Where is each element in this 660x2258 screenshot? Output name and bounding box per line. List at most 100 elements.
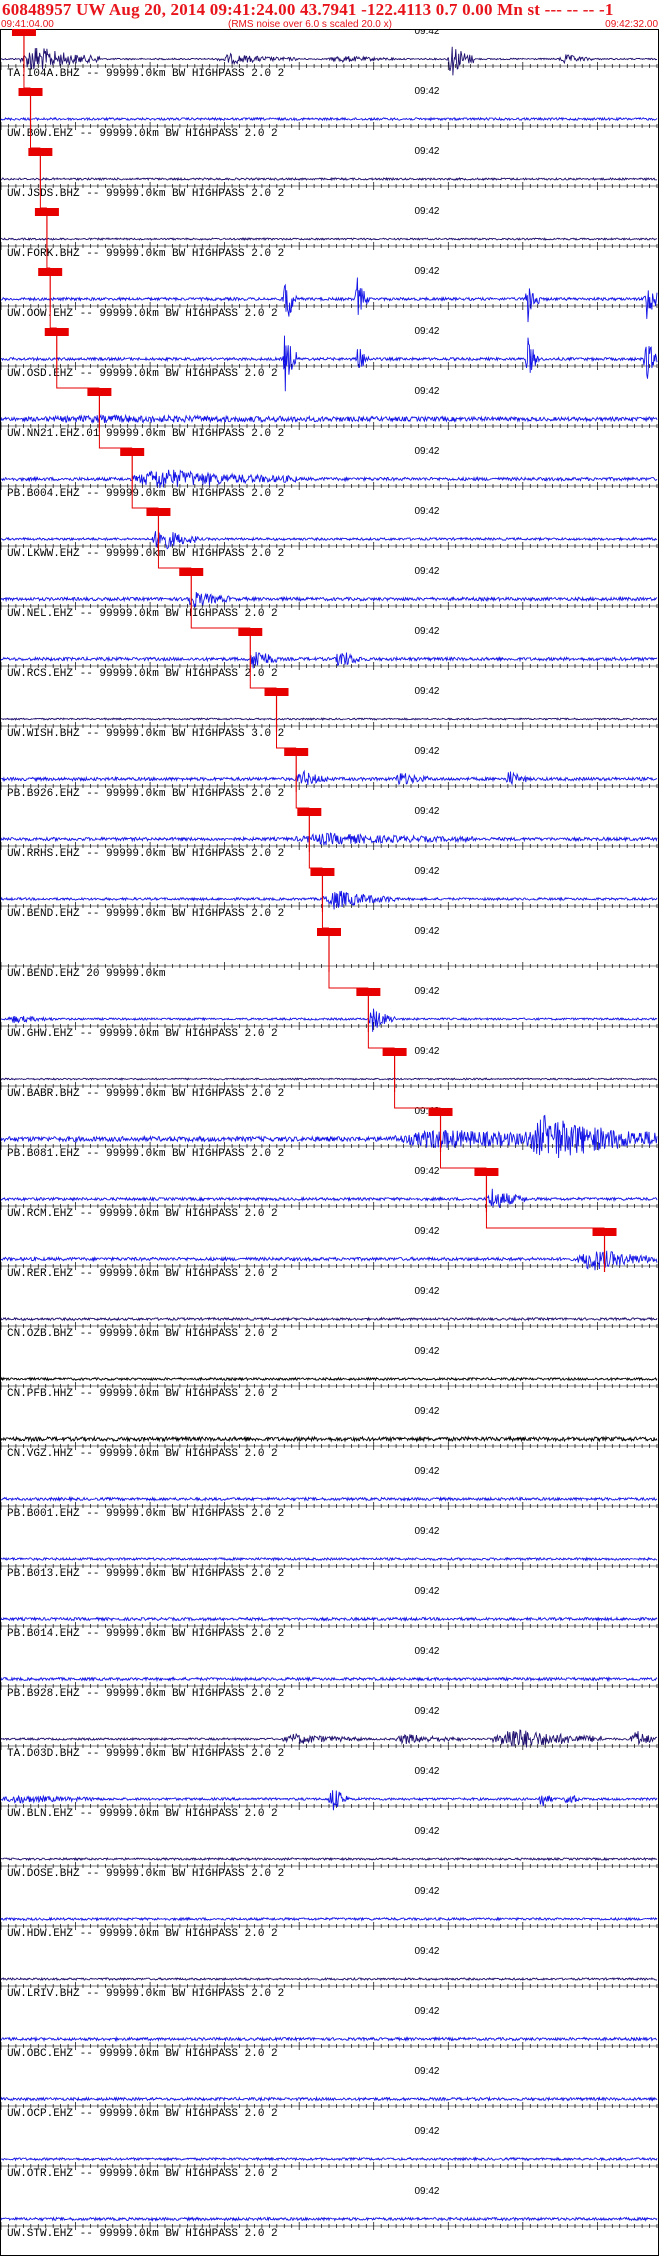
waveform-trace	[0, 1316, 658, 1322]
minute-label: 09:42	[414, 1286, 439, 1297]
minute-label: 09:42	[414, 1646, 439, 1657]
waveform-trace	[0, 1976, 658, 1982]
minute-label: 09:42	[414, 2126, 439, 2137]
station-label: UW.RCM.EHZ -- 99999.0km BW HIGHPASS 2.0 …	[7, 1208, 278, 1220]
seismogram-plot: 09:42 TA.I04A.BHZ -- 99999.0km BW HIGHPAS…	[0, 29, 659, 2256]
waveform-trace	[0, 2216, 658, 2222]
waveform-trace	[0, 1435, 658, 1443]
minute-label: 09:42	[414, 566, 439, 577]
station-label: CN.PFB.HHZ -- 99999.0km BW HIGHPASS 2.0 …	[7, 1388, 278, 1400]
waveform-trace	[0, 1077, 658, 1081]
pick-connector	[321, 912, 329, 929]
minute-label: 09:42	[414, 686, 439, 697]
minute-label: 09:42	[414, 926, 439, 937]
minute-label: 09:42	[414, 1346, 439, 1357]
station-label: PB.B081.EHZ -- 99999.0km BW HIGHPASS 2.0…	[7, 1148, 284, 1160]
station-label: PB.B014.EHZ -- 99999.0km BW HIGHPASS 2.0…	[7, 1628, 284, 1640]
waveform-trace	[0, 832, 658, 846]
minute-label: 09:42	[414, 1706, 439, 1717]
minute-label: 09:42	[414, 1526, 439, 1537]
minute-label: 09:42	[414, 1166, 439, 1177]
minute-label: 09:42	[414, 1826, 439, 1837]
station-label: UW.RRHS.EHZ -- 99999.0km BW HIGHPASS 2.0…	[7, 848, 284, 860]
plot-frame	[0, 29, 659, 2256]
waveform-trace	[0, 769, 658, 786]
station-label: UW.LKWW.EHZ -- 99999.0km BW HIGHPASS 2.0…	[7, 548, 284, 560]
minute-label: 09:42	[414, 1046, 439, 1057]
minute-label: 09:42	[414, 266, 439, 277]
waveform-trace	[0, 176, 658, 182]
station-label: PB.B001.EHZ -- 99999.0km BW HIGHPASS 2.0…	[7, 1508, 284, 1520]
station-label: PB.B004.EHZ -- 99999.0km BW HIGHPASS 2.0…	[7, 488, 284, 500]
station-label: UW.GHW.EHZ -- 99999.0km BW HIGHPASS 2.0 …	[7, 1028, 278, 1040]
minute-label: 09:42	[414, 986, 439, 997]
minute-label: 09:42	[414, 1886, 439, 1897]
minute-label: 09:42	[414, 29, 439, 37]
waveform-trace	[0, 335, 658, 392]
station-label: UW.BEND.EHZ -- 99999.0km BW HIGHPASS 2.0…	[7, 908, 284, 920]
event-title: 60848957 UW Aug 20, 2014 09:41:24.00 43.…	[2, 0, 614, 19]
minute-label: 09:42	[414, 806, 439, 817]
minute-label: 09:42	[414, 1766, 439, 1777]
waveform-trace	[0, 1856, 658, 1862]
minute-label: 09:42	[414, 1406, 439, 1417]
minute-label: 09:42	[414, 2066, 439, 2077]
minute-label: 09:42	[414, 86, 439, 97]
station-label: UW.NEL.EHZ -- 99999.0km BW HIGHPASS 2.0 …	[7, 608, 278, 620]
waveform-trace	[0, 1496, 658, 1503]
minute-label: 09:42	[414, 206, 439, 217]
minute-label: 09:42	[414, 446, 439, 457]
station-label: UW.RCS.EHZ -- 99999.0km BW HIGHPASS 2.0 …	[7, 668, 278, 680]
minute-label: 09:42	[414, 1226, 439, 1237]
station-label: UW.BLN.EHZ -- 99999.0km BW HIGHPASS 2.0 …	[7, 1808, 278, 1820]
minute-label: 09:42	[414, 386, 439, 397]
station-label: UW.BEND.EHZ 20 99999.0km	[7, 968, 166, 980]
pick-connector	[485, 1212, 605, 1229]
pick-connector	[295, 792, 310, 809]
minute-label: 09:42	[414, 2006, 439, 2017]
station-label: UW.BABR.BHZ -- 99999.0km BW HIGHPASS 2.0…	[7, 1088, 284, 1100]
station-label: PB.B928.EHZ -- 99999.0km BW HIGHPASS 2.0…	[7, 1688, 284, 1700]
station-label: UW.LRIV.BHZ -- 99999.0km BW HIGHPASS 2.0…	[7, 1988, 284, 2000]
minute-label: 09:42	[414, 326, 439, 337]
station-label: UW.OOW.EHZ -- 99999.0km BW HIGHPASS 2.0 …	[7, 308, 278, 320]
station-label: UW.JSDS.BHZ -- 99999.0km BW HIGHPASS 2.0…	[7, 188, 284, 200]
station-label: UW.STW.EHZ -- 99999.0km BW HIGHPASS 2.0 …	[7, 2228, 278, 2240]
waveform-trace	[0, 2036, 658, 2042]
minute-label: 09:42	[414, 1586, 439, 1597]
minute-label: 09:42	[414, 1466, 439, 1477]
waveform-trace	[0, 237, 658, 241]
station-label: CN.OZB.BHZ -- 99999.0km BW HIGHPASS 2.0 …	[7, 1328, 278, 1340]
minute-label: 09:42	[414, 746, 439, 757]
station-label: PB.B926.EHZ -- 99999.0km BW HIGHPASS 2.0…	[7, 788, 284, 800]
waveform-trace	[0, 1916, 658, 1922]
station-label: UW.HDW.EHZ -- 99999.0km BW HIGHPASS 2.0 …	[7, 1928, 278, 1940]
pick-connector	[440, 1152, 487, 1169]
station-label: TA.I04A.BHZ -- 99999.0km BW HIGHPASS 2.0…	[7, 68, 284, 80]
station-label: UW.OBC.EHZ -- 99999.0km BW HIGHPASS 2.0 …	[7, 2048, 278, 2060]
station-label: UW.OCP.EHZ -- 99999.0km BW HIGHPASS 2.0 …	[7, 2108, 278, 2120]
plot-header: 60848957 UW Aug 20, 2014 09:41:24.00 43.…	[0, 0, 660, 30]
station-label: UW.RER.EHZ -- 99999.0km BW HIGHPASS 2.0 …	[7, 1268, 278, 1280]
waveform-trace	[0, 717, 658, 721]
station-label: UW.DOSE.BHZ -- 99999.0km BW HIGHPASS 2.0…	[7, 1868, 284, 1880]
waveform-trace	[0, 1556, 658, 1562]
minute-label: 09:42	[414, 2186, 439, 2197]
station-label: UW.FORK.BHZ -- 99999.0km BW HIGHPASS 2.0…	[7, 248, 284, 260]
station-label: UW.OTR.EHZ -- 99999.0km BW HIGHPASS 2.0 …	[7, 2168, 278, 2180]
waveform-trace	[0, 1616, 658, 1622]
minute-label: 09:42	[414, 1946, 439, 1957]
pick-connector	[328, 972, 369, 989]
station-label: UW.OSD.EHZ -- 99999.0km BW HIGHPASS 2.0 …	[7, 368, 278, 380]
station-label: UW.NN21.EHZ.01 99999.0km BW HIGHPASS 2.0…	[7, 428, 284, 440]
station-label: CN.VGZ.HHZ -- 99999.0km BW HIGHPASS 2.0 …	[7, 1448, 278, 1460]
waveform-trace	[0, 1376, 658, 1382]
minute-label: 09:42	[414, 626, 439, 637]
pick-connector	[308, 852, 323, 869]
waveform-trace	[0, 116, 658, 122]
station-label: UW.WISH.BHZ -- 99999.0km BW HIGHPASS 3.0…	[7, 728, 284, 740]
station-label: PB.B013.EHZ -- 99999.0km BW HIGHPASS 2.0…	[7, 1568, 284, 1580]
minute-label: 09:42	[414, 866, 439, 877]
waveform-trace	[0, 1676, 658, 1683]
waveform-trace	[0, 2095, 658, 2102]
